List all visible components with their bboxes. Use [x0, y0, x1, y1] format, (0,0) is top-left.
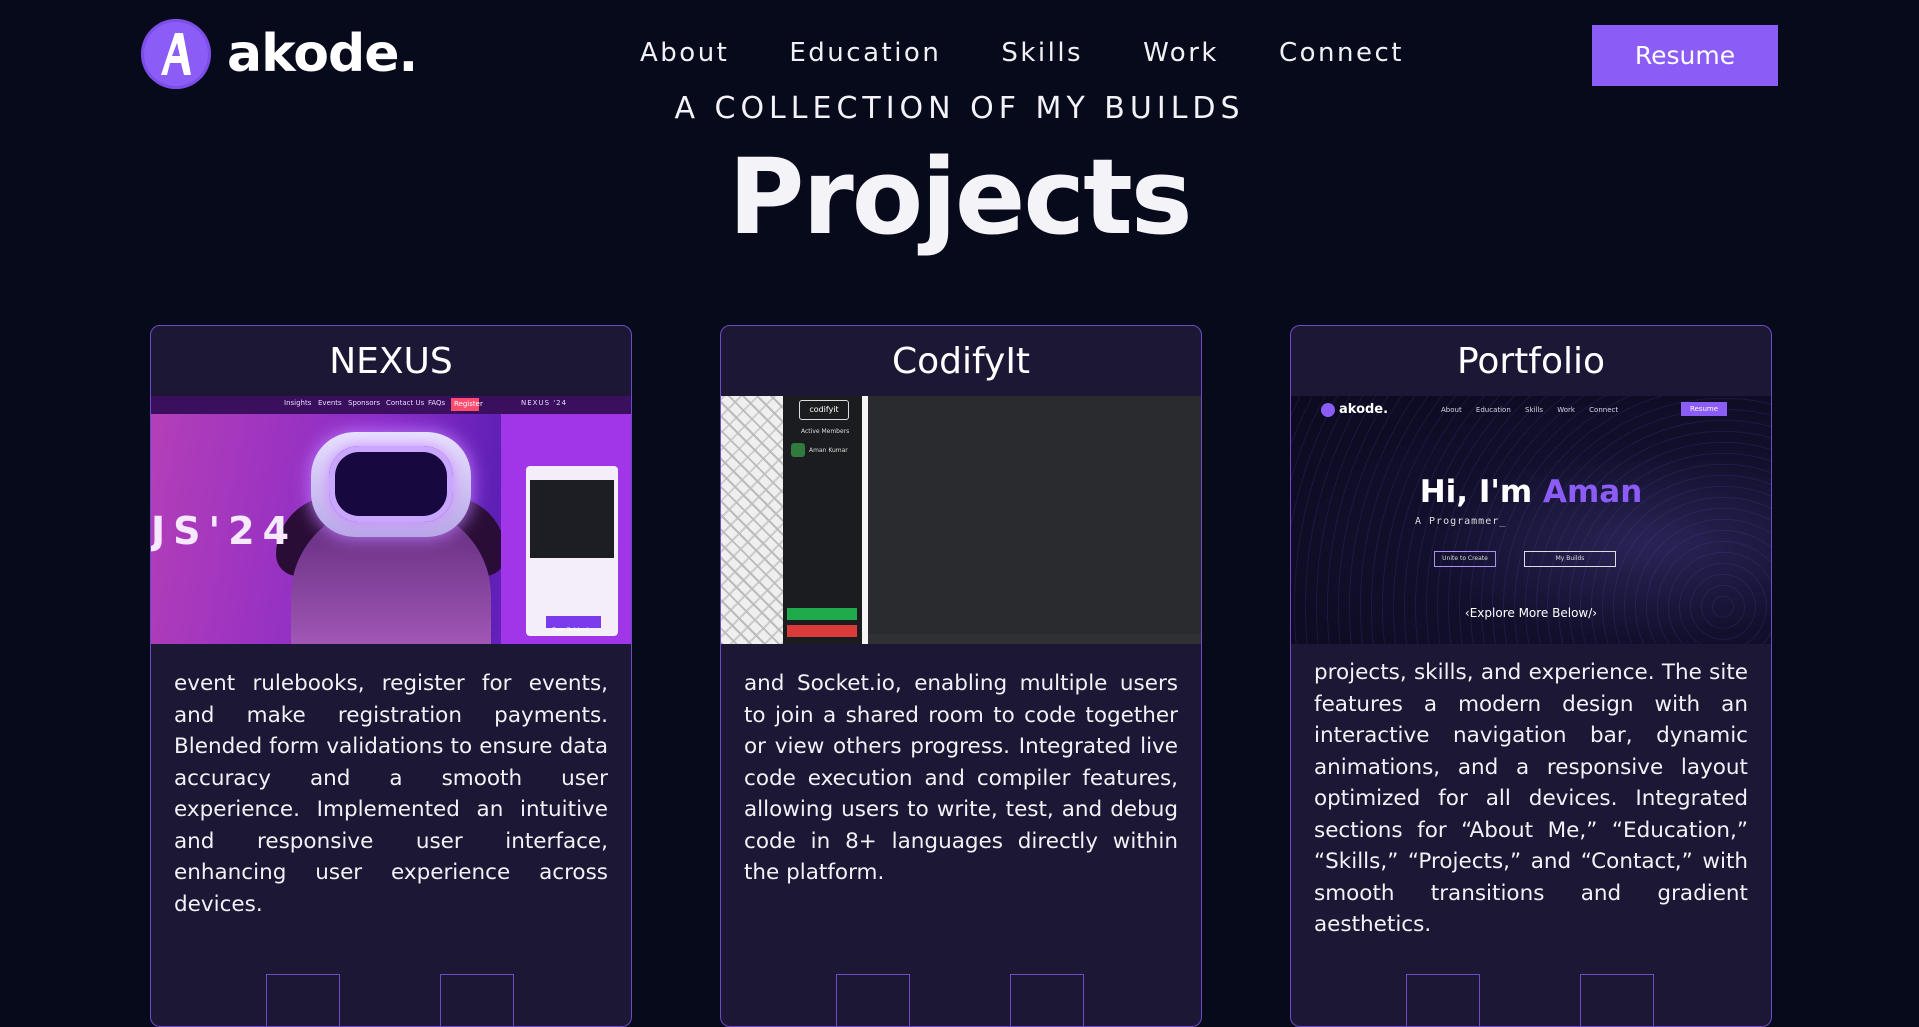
hero-greeting: Hi, I'm Aman: [1419, 474, 1643, 510]
project-card-codifyit: CodifyIt Active Members Aman Kumar codif…: [720, 325, 1202, 1027]
project-screenshot: Open Rulebook Insights Events Sponsors C…: [151, 396, 631, 644]
doodle-pattern: [721, 396, 783, 644]
mini-logo: akode.: [1321, 402, 1388, 417]
project-title: Portfolio: [1456, 340, 1606, 382]
members-sidebar: Active Members Aman Kumar: [783, 396, 862, 644]
leave-room-button: [787, 625, 857, 637]
hero-text: JS'24: [151, 509, 298, 553]
section-title: Projects: [728, 136, 1192, 258]
hero-role: A Programmer_: [1415, 516, 1507, 527]
phone-mockup: Open Rulebook: [526, 466, 618, 636]
explore-text: ‹Explore More Below/›: [1464, 606, 1598, 620]
mini-nav: About Education Skills Work Connect: [1441, 406, 1619, 414]
mini-resume: Resume: [1681, 402, 1727, 416]
logo-text: akode.: [227, 24, 418, 84]
live-demo-button[interactable]: [1010, 974, 1084, 1026]
logo-mark-icon: [141, 19, 211, 89]
nav-link-about[interactable]: About: [640, 38, 729, 68]
github-button[interactable]: [266, 974, 340, 1026]
code-editor: [868, 396, 1201, 644]
nav-link-connect[interactable]: Connect: [1279, 38, 1404, 68]
avatar: [791, 443, 805, 457]
github-button[interactable]: [836, 974, 910, 1026]
nav-link-work[interactable]: Work: [1143, 38, 1219, 68]
main-menu: About Education Skills Work Connect: [640, 38, 1464, 68]
nav-link-education[interactable]: Education: [789, 38, 941, 68]
codifyit-logo: codifyit: [799, 400, 849, 420]
project-card-nexus: NEXUS Open Rulebook Insights Events Spon…: [150, 325, 632, 1027]
logo[interactable]: akode.: [141, 19, 418, 89]
project-description: event rulebooks, register for events, an…: [174, 671, 608, 917]
project-title: CodifyIt: [891, 340, 1031, 382]
nav-link-skills[interactable]: Skills: [1001, 38, 1083, 68]
copy-room-button: [787, 608, 857, 620]
project-description: and Socket.io, enabling multiple users t…: [744, 671, 1178, 885]
live-demo-button[interactable]: [440, 974, 514, 1026]
project-screenshot: Active Members Aman Kumar codifyit: [721, 396, 1201, 644]
project-title: NEXUS: [329, 340, 453, 382]
github-button[interactable]: [1406, 974, 1480, 1026]
resume-button[interactable]: Resume: [1592, 25, 1778, 86]
project-screenshot: akode. About Education Skills Work Conne…: [1291, 396, 1771, 644]
project-card-portfolio: Portfolio akode. About Education Skills …: [1290, 325, 1772, 1027]
section-subtitle: A COLLECTION OF MY BUILDS: [674, 91, 1245, 126]
live-demo-button[interactable]: [1580, 974, 1654, 1026]
project-description: projects, skills, and experience. The si…: [1314, 660, 1748, 937]
mini-button: My Builds: [1524, 551, 1616, 567]
mini-button: Unite to Create: [1434, 551, 1496, 567]
screenshot-nav: Insights Events Sponsors Contact Us FAQs…: [151, 396, 631, 414]
